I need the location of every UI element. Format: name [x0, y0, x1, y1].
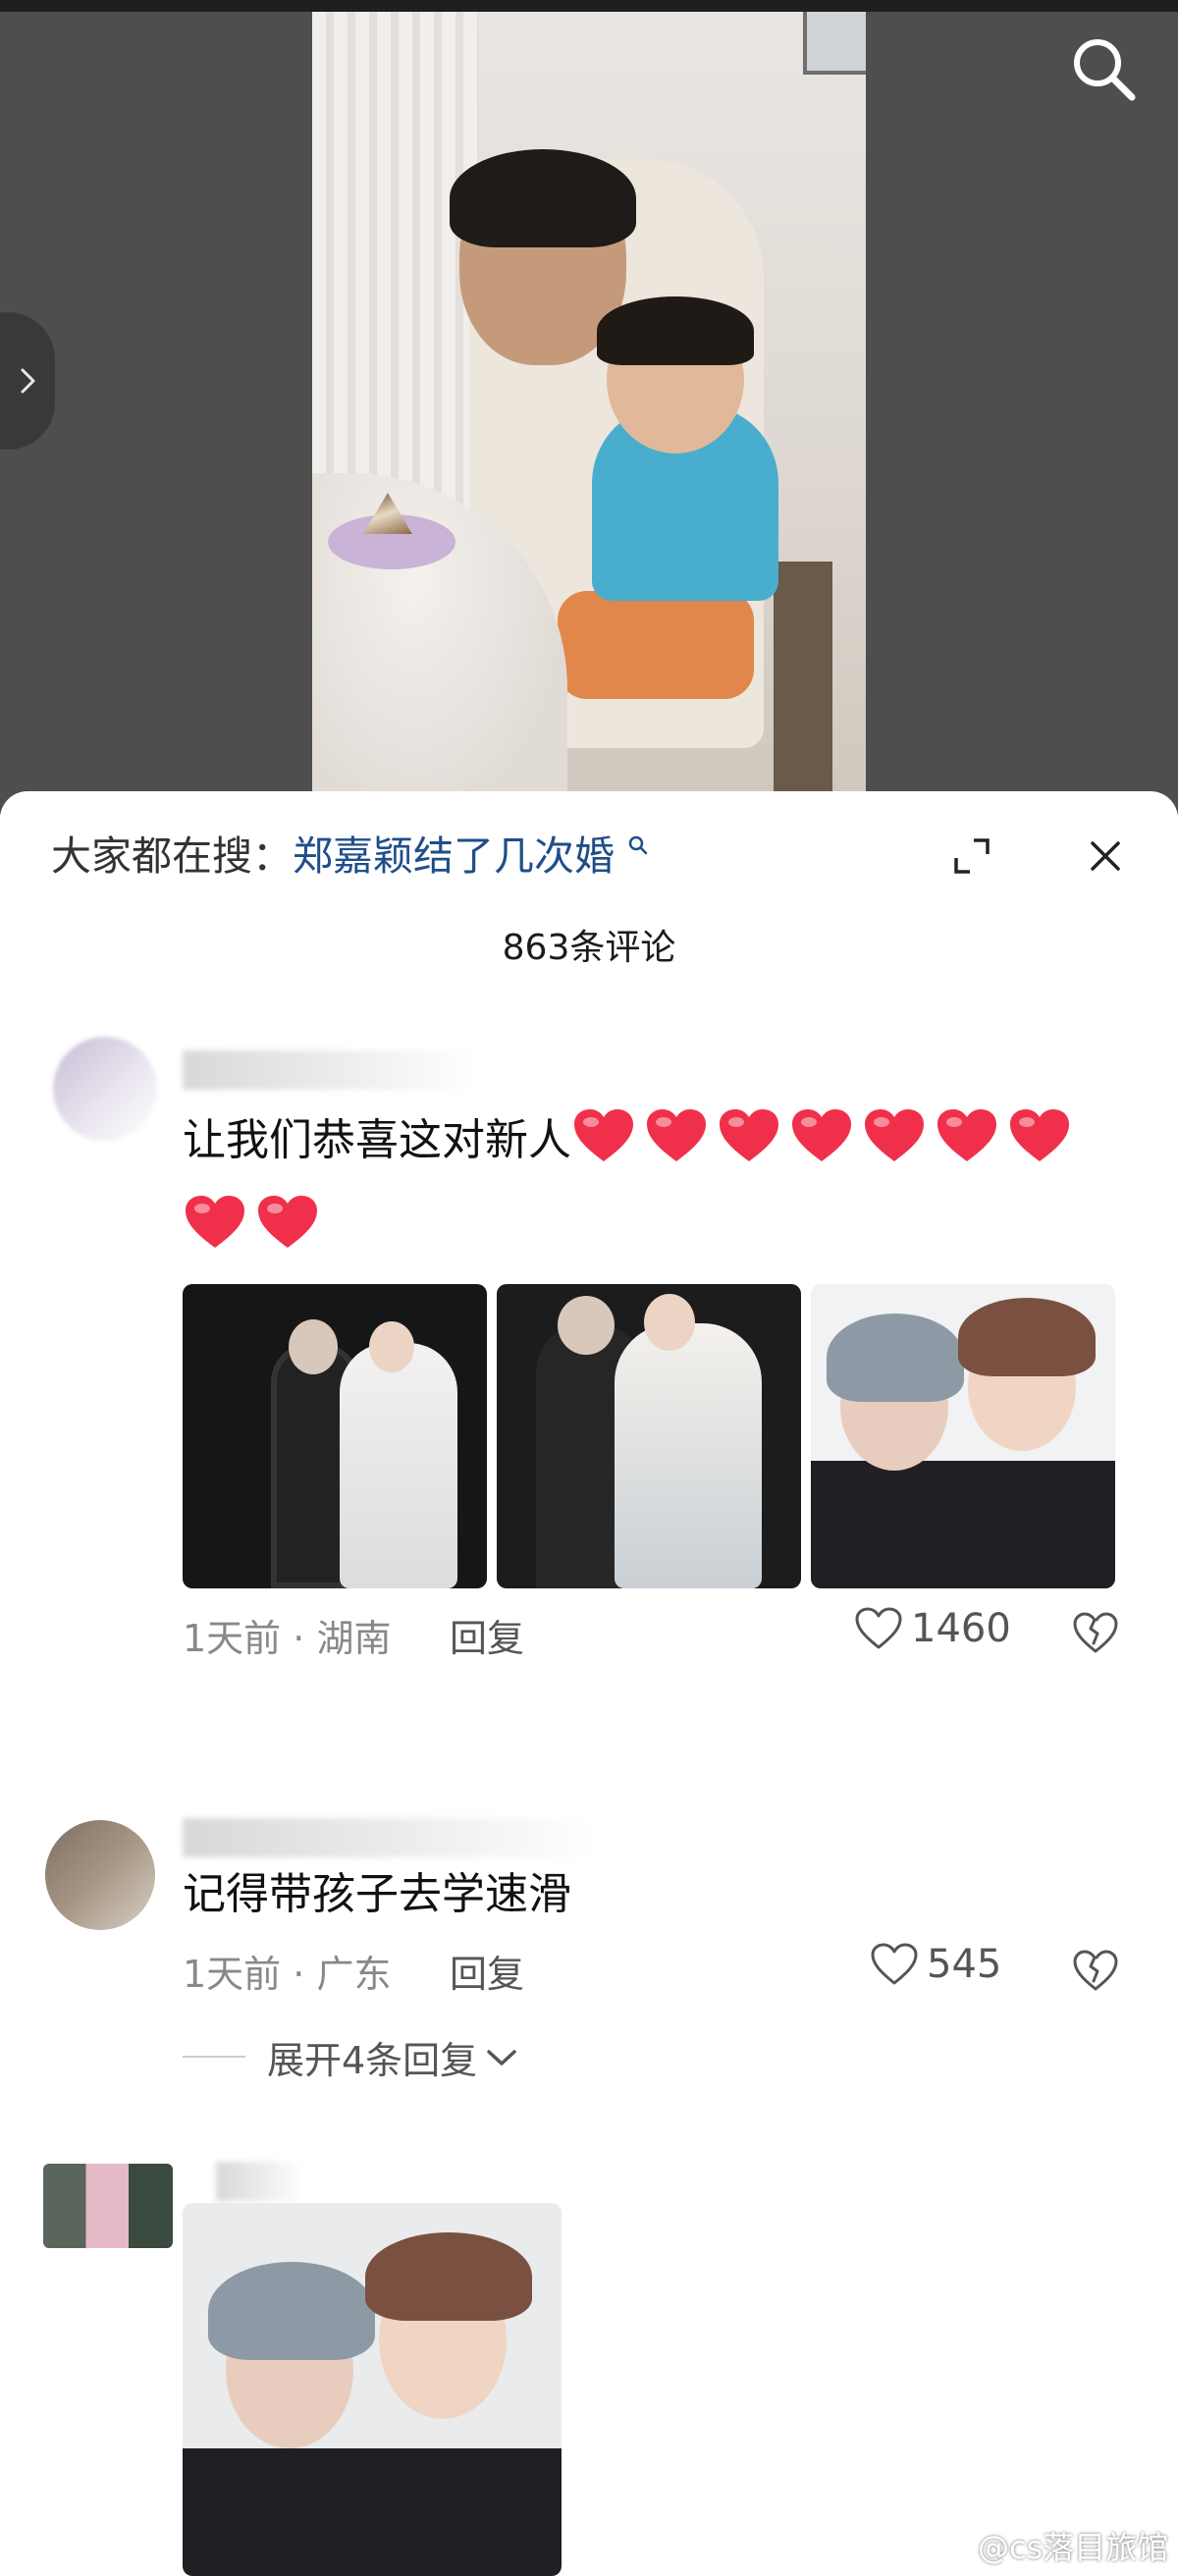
avatar[interactable] — [45, 1820, 155, 1930]
heart-outline-icon — [855, 1607, 902, 1649]
close-panel-button[interactable] — [1080, 831, 1131, 882]
photo-figure-suit — [183, 2448, 562, 2576]
comment-meta: 1天前 · 广东 — [183, 1953, 392, 1996]
video-viewer[interactable] — [0, 0, 1178, 815]
expand-divider — [183, 2056, 245, 2058]
like-count: 1460 — [911, 1606, 1011, 1651]
heart-outline-icon — [871, 1943, 918, 1985]
photo-figure-hair — [827, 1314, 964, 1402]
photo-figure-suit — [811, 1461, 1115, 1588]
child-shorts — [558, 591, 754, 699]
heart-emoji-icon — [792, 1109, 851, 1161]
chevron-down-icon — [487, 2049, 516, 2066]
status-bar — [0, 0, 1178, 12]
photo-figure-dress — [615, 1323, 762, 1588]
comment-count: 863条评论 — [502, 928, 676, 968]
child-hair — [597, 296, 754, 365]
heart-emoji-row — [183, 1196, 328, 1252]
heart-emoji-icon — [574, 1109, 633, 1161]
dislike-button[interactable] — [1070, 1608, 1121, 1659]
comment-photo[interactable] — [183, 2203, 562, 2576]
comment-text: 让我们恭喜这对新人 — [183, 1098, 1080, 1184]
close-icon — [1091, 841, 1120, 871]
comment-photo-3[interactable] — [811, 1284, 1115, 1588]
comment-photo-1[interactable] — [183, 1284, 487, 1588]
avatar[interactable] — [53, 1037, 157, 1141]
heart-emoji-row — [571, 1109, 1080, 1165]
photo-figure-hair — [208, 2262, 375, 2360]
weibo-logo-icon — [933, 2532, 970, 2561]
expand-panel-button[interactable] — [946, 831, 997, 882]
broken-heart-icon — [1073, 1612, 1118, 1653]
trending-search-link[interactable]: 郑嘉颖结了几次婚 — [293, 832, 615, 880]
heart-emoji-icon — [1010, 1109, 1069, 1161]
search-button[interactable] — [1066, 31, 1141, 106]
dislike-button[interactable] — [1070, 1946, 1121, 1997]
photo-figure-dress — [340, 1343, 457, 1588]
like-button[interactable]: 1460 — [854, 1606, 1011, 1651]
heart-emoji-icon — [937, 1109, 996, 1161]
chevron-right-icon — [21, 368, 35, 394]
search-icon — [1074, 39, 1136, 101]
expand-replies-button[interactable]: 展开4条回复 — [267, 2030, 518, 2084]
photo-figure-hair-2 — [958, 1298, 1096, 1376]
comment-meta: 1天前 · 湖南 — [183, 1617, 392, 1660]
expand-icon — [954, 838, 990, 874]
photo-figure-head — [289, 1319, 338, 1374]
reply-button[interactable]: 回复 — [450, 1944, 524, 1998]
reply-button[interactable]: 回复 — [450, 1608, 524, 1662]
comment-photo-2[interactable] — [497, 1284, 801, 1588]
comment-text: 记得带孩子去学速滑 — [183, 1869, 571, 1919]
video-frame[interactable] — [312, 12, 866, 815]
wall-frame — [803, 12, 866, 75]
heart-emoji-icon — [865, 1109, 924, 1161]
side-expand-tab[interactable] — [0, 312, 55, 450]
trending-search-bar[interactable]: 大家都在搜：郑嘉颖结了几次婚 — [51, 827, 649, 886]
username-blurred[interactable] — [216, 2162, 304, 2201]
photo-figure-head-2 — [644, 1294, 695, 1351]
photo-figure-head-2 — [369, 1321, 414, 1372]
comment-panel: 大家都在搜：郑嘉颖结了几次婚 863条评论 让我们恭喜这对新人 1天前 · 湖南… — [0, 791, 1178, 2576]
chair — [774, 562, 832, 797]
heart-emoji-icon — [258, 1196, 317, 1248]
comment-text-wrap — [183, 1184, 328, 1270]
man-hair — [450, 149, 636, 247]
small-search-icon — [628, 835, 648, 855]
trending-prefix: 大家都在搜： — [51, 832, 293, 880]
like-button[interactable]: 545 — [870, 1942, 1001, 1987]
heart-emoji-icon — [647, 1109, 706, 1161]
watermark: @cs落目旅馆 — [933, 2523, 1168, 2568]
heart-emoji-icon — [720, 1109, 778, 1161]
like-count: 545 — [927, 1942, 1002, 1987]
heart-emoji-icon — [186, 1196, 244, 1248]
username-blurred[interactable] — [183, 1050, 477, 1090]
avatar[interactable] — [43, 2164, 173, 2248]
photo-figure-head — [558, 1296, 615, 1355]
broken-heart-icon — [1073, 1950, 1118, 1991]
photo-figure-hair-2 — [365, 2232, 532, 2321]
